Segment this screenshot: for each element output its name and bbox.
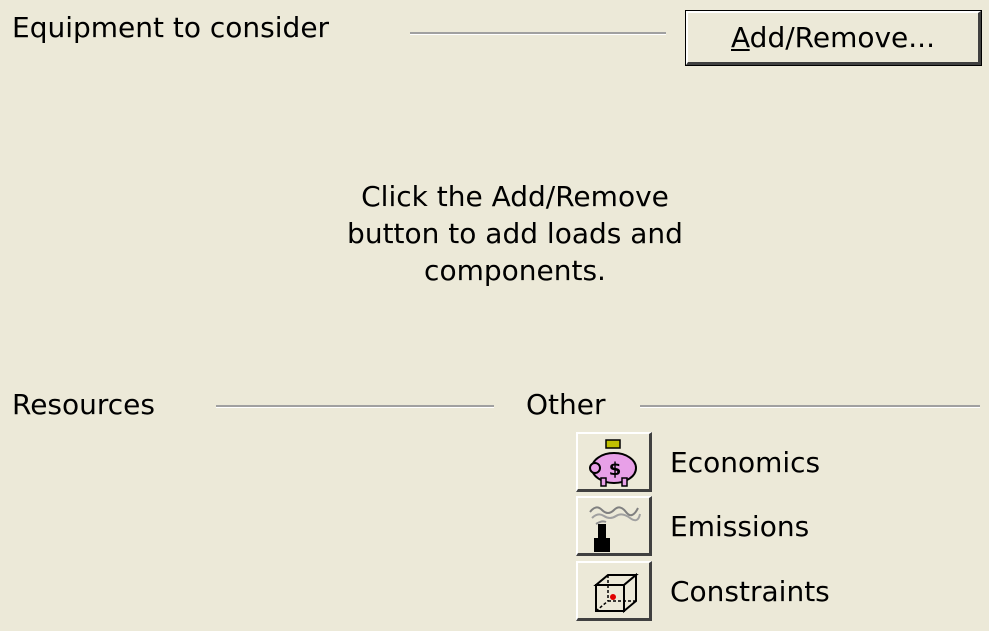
hint-line: components.: [424, 254, 606, 287]
economics-label[interactable]: Economics: [670, 449, 820, 477]
hint-line: Click the Add/Remove: [361, 180, 669, 213]
equipment-section-label: Equipment to consider: [12, 11, 330, 44]
emissions-button[interactable]: [576, 496, 652, 556]
piggy-bank-dollar-icon: $: [589, 439, 637, 487]
constraints-label[interactable]: Constraints: [670, 578, 830, 606]
svg-text:$: $: [609, 459, 622, 480]
resources-section-label: Resources: [12, 388, 155, 421]
economics-button[interactable]: $: [576, 432, 652, 492]
equipment-section-divider: [410, 32, 666, 35]
add-remove-label: dd/Remove...: [749, 21, 935, 54]
hint-line: button to add loads and: [347, 217, 683, 250]
add-remove-accel: A: [731, 21, 750, 54]
smokestack-icon: [589, 506, 641, 552]
constraint-box-icon: [593, 572, 639, 614]
resources-section-divider: [216, 405, 494, 408]
other-section-label: Other: [526, 388, 606, 421]
constraints-button[interactable]: [576, 561, 652, 621]
add-remove-button[interactable]: Add/Remove...: [685, 10, 982, 66]
emissions-label[interactable]: Emissions: [670, 513, 809, 541]
other-section-divider: [640, 405, 980, 408]
empty-equipment-hint: Click the Add/Remove button to add loads…: [240, 178, 790, 289]
